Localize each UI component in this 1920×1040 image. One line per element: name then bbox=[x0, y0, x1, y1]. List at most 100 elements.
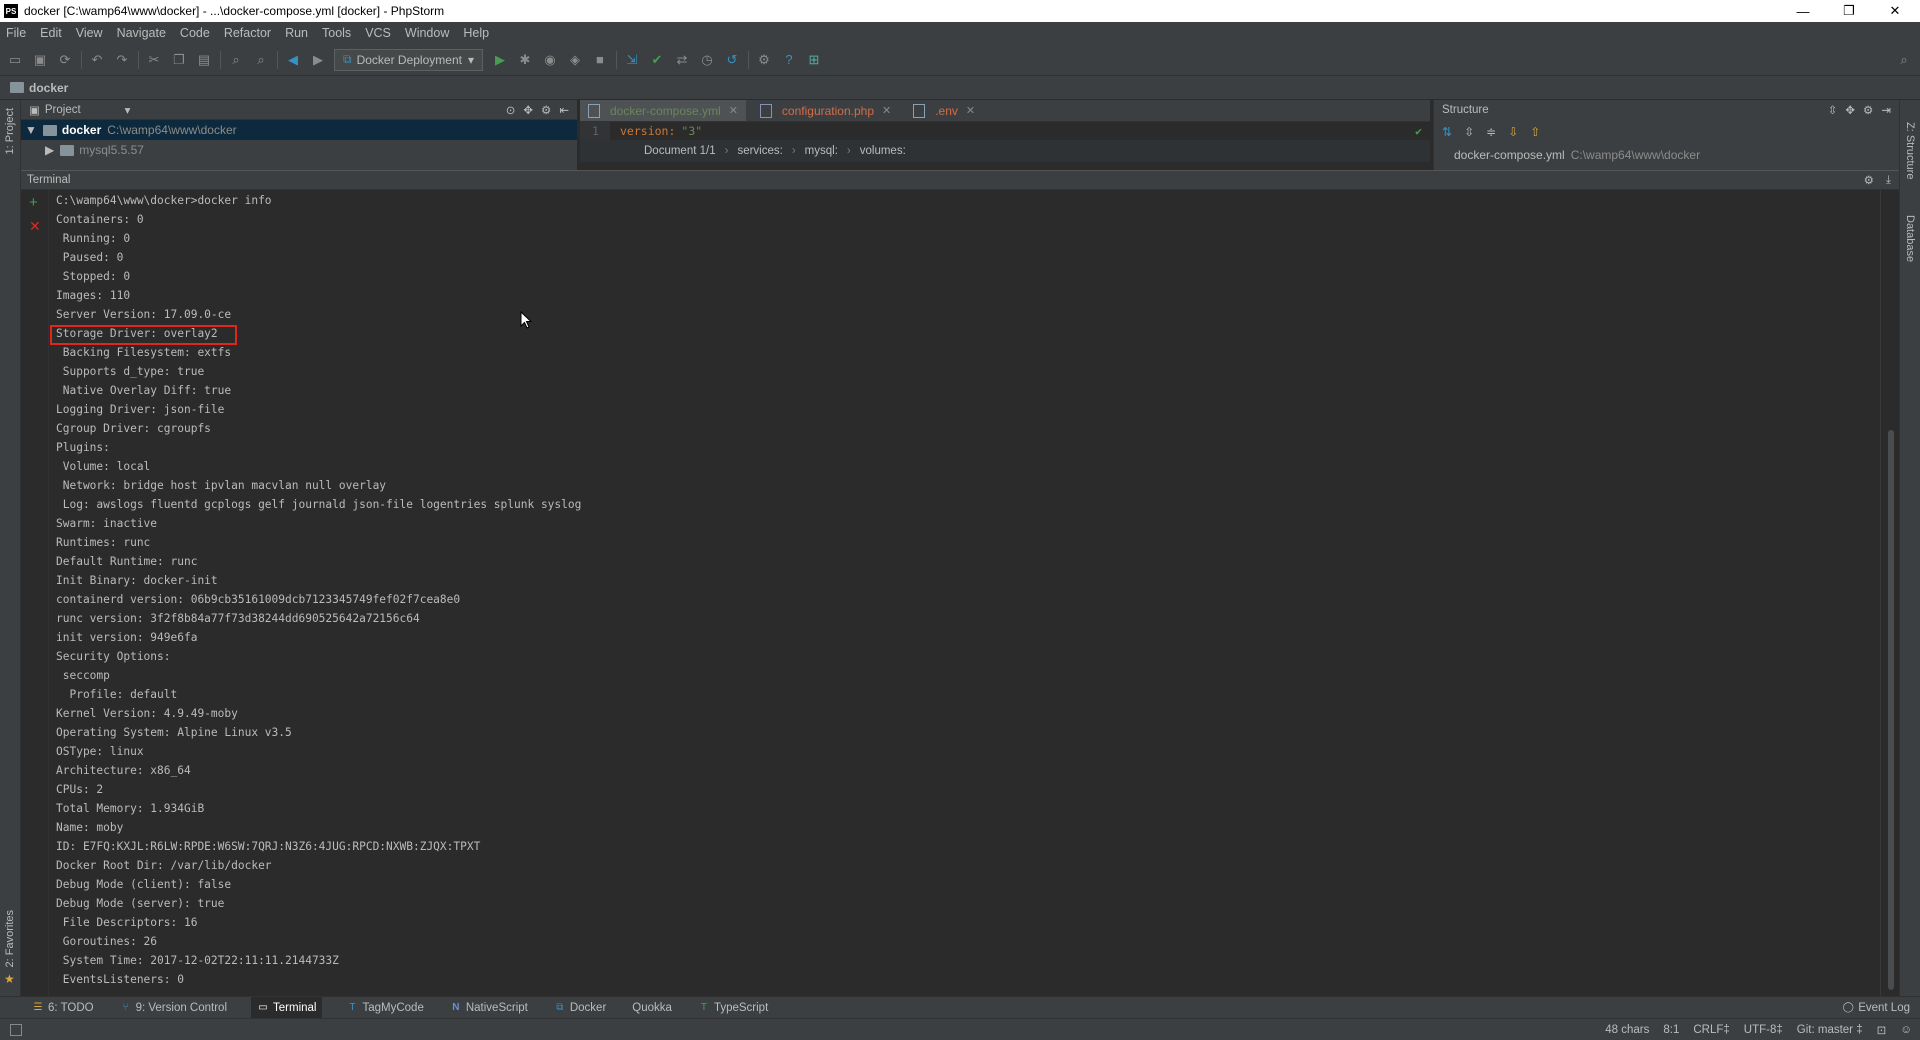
status-git-branch[interactable]: Git: master ‡ bbox=[1797, 1024, 1863, 1036]
tool-tab-todo[interactable]: ☰ 6: TODO bbox=[30, 997, 96, 1019]
undo-icon[interactable]: ↶ bbox=[88, 51, 106, 69]
collapse-icon[interactable]: ✥ bbox=[1845, 103, 1855, 117]
code-line[interactable]: 1 version: "3" ✔ bbox=[580, 122, 1430, 140]
tool-tab-quokka[interactable]: Quokka bbox=[630, 997, 674, 1019]
open-folder-icon[interactable]: ▭ bbox=[6, 51, 24, 69]
tab-env[interactable]: .env ✕ bbox=[905, 100, 983, 121]
close-icon[interactable]: ✕ bbox=[882, 104, 891, 117]
vcs-commit-icon[interactable]: ✔ bbox=[648, 51, 666, 69]
close-session-icon[interactable]: ✕ bbox=[29, 218, 41, 235]
project-tool-tab[interactable]: 1: Project bbox=[4, 108, 16, 154]
copy-icon[interactable]: ❐ bbox=[170, 51, 188, 69]
tool-tab-event-log[interactable]: ◯ Event Log bbox=[1840, 997, 1912, 1019]
close-icon[interactable]: ✕ bbox=[729, 104, 738, 117]
gear-icon[interactable]: ⚙ bbox=[1864, 173, 1874, 187]
menu-tools[interactable]: Tools bbox=[322, 26, 351, 40]
structure-tool-tab[interactable]: Z: Structure bbox=[1904, 122, 1916, 179]
expand-all-icon[interactable]: ⇳ bbox=[1828, 103, 1838, 117]
status-line-separator[interactable]: CRLF‡ bbox=[1693, 1024, 1729, 1036]
lock-icon[interactable]: ⊡ bbox=[1877, 1023, 1887, 1037]
tool-tab-tagmycode[interactable]: T TagMyCode bbox=[344, 997, 425, 1019]
terminal-output[interactable]: C:\wamp64\www\docker>docker info Containe… bbox=[50, 190, 1880, 996]
scrollbar-thumb[interactable] bbox=[1888, 430, 1894, 990]
close-icon[interactable]: ✕ bbox=[966, 104, 975, 117]
structure-file-row[interactable]: docker-compose.yml C:\wamp64\www\docker bbox=[1434, 144, 1899, 166]
nav-project-name[interactable]: docker bbox=[29, 81, 68, 95]
hide-panel-icon[interactable]: ⤓ bbox=[1886, 174, 1891, 187]
close-button[interactable]: ✕ bbox=[1872, 0, 1918, 22]
minimize-button[interactable]: — bbox=[1780, 0, 1826, 22]
menu-vcs[interactable]: VCS bbox=[365, 26, 391, 40]
plugin-icon[interactable]: ⊞ bbox=[805, 51, 823, 69]
menu-refactor[interactable]: Refactor bbox=[224, 26, 271, 40]
profile-icon[interactable]: ◈ bbox=[566, 51, 584, 69]
menu-file[interactable]: File bbox=[6, 26, 26, 40]
sort-icon[interactable]: ⇅ bbox=[1442, 125, 1452, 139]
menu-edit[interactable]: Edit bbox=[40, 26, 62, 40]
tool-tab-typescript[interactable]: T TypeScript bbox=[696, 997, 770, 1019]
breadcrumb-item[interactable]: services: bbox=[737, 145, 782, 157]
menu-code[interactable]: Code bbox=[180, 26, 210, 40]
collapse-arrow-icon[interactable]: ▶ bbox=[45, 143, 54, 157]
toggle-tool-windows-icon[interactable] bbox=[10, 1023, 22, 1036]
menu-navigate[interactable]: Navigate bbox=[117, 26, 166, 40]
menu-view[interactable]: View bbox=[76, 26, 103, 40]
expand-all-icon[interactable]: ⇳ bbox=[1464, 125, 1474, 139]
project-panel-title[interactable]: Project bbox=[45, 104, 81, 116]
tab-configuration[interactable]: configuration.php ✕ bbox=[752, 100, 899, 121]
gear-icon[interactable]: ⚙ bbox=[1863, 103, 1873, 117]
cut-icon[interactable]: ✂ bbox=[145, 51, 163, 69]
tool-tab-nativescript[interactable]: N NativeScript bbox=[448, 997, 530, 1019]
run-config-dropdown[interactable]: ⧉ Docker Deployment ▾ bbox=[334, 48, 483, 71]
settings-icon[interactable]: ⚙ bbox=[755, 51, 773, 69]
tool-tab-version-control[interactable]: ⑂ 9: Version Control bbox=[118, 997, 229, 1019]
forward-icon[interactable]: ▶ bbox=[309, 51, 327, 69]
replace-icon[interactable]: ⌕ bbox=[252, 51, 270, 69]
vcs-revert-icon[interactable]: ↺ bbox=[723, 51, 741, 69]
status-position[interactable]: 8:1 bbox=[1663, 1024, 1679, 1036]
stop-icon[interactable]: ■ bbox=[591, 51, 609, 69]
locate-icon[interactable]: ⊙ bbox=[506, 103, 516, 117]
vcs-compare-icon[interactable]: ⇄ bbox=[673, 51, 691, 69]
collapse-icon[interactable]: ✥ bbox=[523, 103, 533, 117]
sync-icon[interactable]: ⟳ bbox=[56, 51, 74, 69]
expand-arrow-icon[interactable]: ▼ bbox=[25, 123, 37, 137]
inspection-icon[interactable]: ☺ bbox=[1900, 1024, 1912, 1036]
find-icon[interactable]: ⌕ bbox=[227, 51, 245, 69]
redo-icon[interactable]: ↷ bbox=[113, 51, 131, 69]
hide-panel-icon[interactable]: ⇥ bbox=[1881, 103, 1891, 117]
save-icon[interactable]: ▣ bbox=[31, 51, 49, 69]
tree-item-child[interactable]: ▶ mysql5.5.57 bbox=[21, 140, 577, 160]
favorites-tool-tab[interactable]: 2: Favorites bbox=[4, 910, 16, 967]
menu-run[interactable]: Run bbox=[285, 26, 308, 40]
tab-docker-compose[interactable]: docker-compose.yml ✕ bbox=[580, 100, 746, 121]
coverage-icon[interactable]: ◉ bbox=[541, 51, 559, 69]
collapse-all-icon[interactable]: ≑ bbox=[1486, 125, 1496, 139]
chevron-down-icon[interactable]: ▾ bbox=[125, 103, 131, 117]
hide-panel-icon[interactable]: ⇤ bbox=[559, 103, 569, 117]
breadcrumb-item[interactable]: volumes: bbox=[860, 145, 906, 157]
search-icon[interactable]: ⌕ bbox=[1895, 51, 1913, 69]
new-session-icon[interactable]: + bbox=[29, 194, 38, 211]
vcs-history-icon[interactable]: ◷ bbox=[698, 51, 716, 69]
back-icon[interactable]: ◀ bbox=[284, 51, 302, 69]
autoscroll-to-source-icon[interactable]: ⇩ bbox=[1508, 125, 1518, 139]
status-encoding[interactable]: UTF-8‡ bbox=[1744, 1024, 1783, 1036]
run-icon[interactable]: ▶ bbox=[491, 51, 509, 69]
toolbar-separator bbox=[277, 50, 278, 69]
gear-icon[interactable]: ⚙ bbox=[541, 103, 551, 117]
debug-icon[interactable]: ✱ bbox=[516, 51, 534, 69]
help-icon[interactable]: ? bbox=[780, 51, 798, 69]
maximize-button[interactable]: ❐ bbox=[1826, 0, 1872, 22]
menu-window[interactable]: Window bbox=[405, 26, 449, 40]
database-tool-tab[interactable]: Database bbox=[1904, 215, 1916, 262]
paste-icon[interactable]: ▤ bbox=[195, 51, 213, 69]
vcs-update-icon[interactable]: ⇲ bbox=[623, 51, 641, 69]
breadcrumb-item[interactable]: Document 1/1 bbox=[644, 145, 716, 157]
menu-help[interactable]: Help bbox=[463, 26, 489, 40]
tree-item-root[interactable]: ▼ docker C:\wamp64\www\docker bbox=[21, 120, 577, 140]
tool-tab-terminal[interactable]: ▭ Terminal bbox=[251, 996, 323, 1019]
tool-tab-docker[interactable]: ⧉ Docker bbox=[552, 997, 608, 1019]
breadcrumb-item[interactable]: mysql: bbox=[805, 145, 838, 157]
autoscroll-from-source-icon[interactable]: ⇧ bbox=[1530, 125, 1540, 139]
